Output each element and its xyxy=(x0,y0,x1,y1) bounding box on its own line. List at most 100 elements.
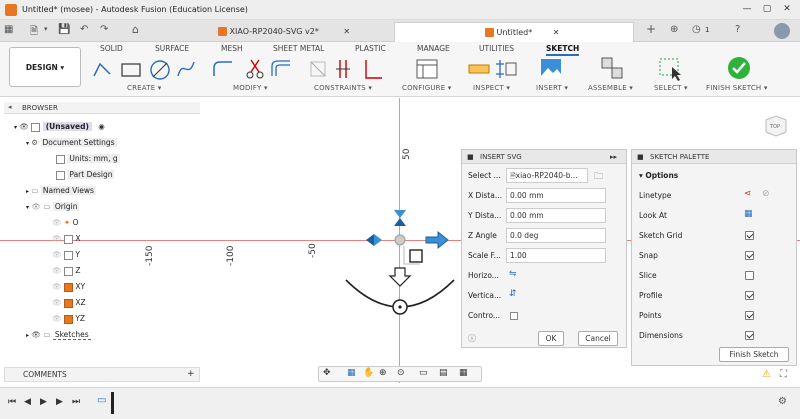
finish-sketch-button[interactable]: Finish Sketch xyxy=(719,347,789,362)
tab-xiao-rp2040[interactable]: XIAO-RP2040-SVG v2* ✕ xyxy=(200,22,392,42)
tree-item-origin[interactable]: ▾ 👁 ▭ Origin xyxy=(26,200,80,213)
step-back-icon[interactable]: ◀ xyxy=(24,397,31,407)
x-distance-input[interactable]: 0.00 mm xyxy=(506,188,606,203)
tab-manage[interactable]: MANAGE xyxy=(417,44,450,53)
tab-utilities[interactable]: UTILITIES xyxy=(479,44,514,53)
tab-untitled[interactable]: Untitled* ✕ xyxy=(394,22,634,42)
options-section[interactable]: ▾ Options xyxy=(639,171,678,180)
file-icon[interactable]: 🗎 xyxy=(30,24,38,41)
scale-handle-icon[interactable] xyxy=(403,246,423,265)
activate-radio-icon[interactable]: ◉ xyxy=(98,122,105,131)
tree-item-xz-plane[interactable]: 👁 XZ xyxy=(52,296,86,309)
tree-item-origin-point[interactable]: 👁 ✦ O xyxy=(52,216,79,229)
close-icon[interactable]: ✕ xyxy=(778,3,796,16)
centerline-linetype-icon[interactable]: ⊘ xyxy=(762,189,770,199)
collapse-icon[interactable]: ◂ xyxy=(8,103,12,111)
scale-factor-input[interactable]: 1.00 xyxy=(506,248,606,263)
extensions-icon[interactable]: ⊕ xyxy=(670,24,678,35)
move-left-arrow-icon[interactable] xyxy=(366,234,382,246)
tree-item-y-axis[interactable]: 👁 Y xyxy=(52,248,80,261)
move-up-arrow-icon[interactable] xyxy=(394,210,406,226)
group-finish-sketch[interactable]: FINISH SKETCH ▾ xyxy=(706,84,768,92)
tree-item-named-views[interactable]: ▸ ▭ Named Views xyxy=(26,184,96,197)
points-checkbox[interactable] xyxy=(745,311,754,320)
minimize-icon[interactable]: — xyxy=(738,3,756,16)
hidden-eye-icon[interactable]: 👁 xyxy=(52,250,62,259)
tree-item-xy-plane[interactable]: 👁 XY xyxy=(52,280,85,293)
construction-linetype-icon[interactable]: ⋖ xyxy=(744,189,752,199)
step-forward-icon[interactable]: ▶ xyxy=(56,397,63,407)
tab-mesh[interactable]: MESH xyxy=(221,44,243,53)
tab-solid[interactable]: SOLID xyxy=(100,44,123,53)
grid-snaps-icon[interactable]: ▤ xyxy=(439,368,448,378)
grid-menu-icon[interactable]: ▦ xyxy=(4,24,13,35)
origin-handle-icon[interactable] xyxy=(394,234,406,246)
profile-checkbox[interactable] xyxy=(745,291,754,300)
home-icon[interactable]: ⌂ xyxy=(132,23,139,36)
assemble-icon[interactable] xyxy=(600,56,626,82)
interference-icon[interactable] xyxy=(496,60,517,78)
select-icon[interactable] xyxy=(658,56,684,82)
tree-item-part-design[interactable]: Part Design xyxy=(56,168,115,181)
warning-icon[interactable]: ⚠ xyxy=(762,369,771,380)
group-modify[interactable]: MODIFY ▾ xyxy=(233,84,268,92)
redo-icon[interactable]: ↷ xyxy=(100,24,108,35)
flip-horizontal-icon[interactable]: ⇋ xyxy=(509,269,517,279)
tree-item-z-axis[interactable]: 👁 Z xyxy=(52,264,80,277)
slice-checkbox[interactable] xyxy=(745,271,754,280)
group-configure[interactable]: CONFIGURE ▾ xyxy=(402,84,452,92)
tab-close-icon[interactable]: ✕ xyxy=(553,28,560,37)
hidden-eye-icon[interactable]: 👁 xyxy=(52,266,62,275)
look-at-icon[interactable]: ▦ xyxy=(744,209,753,219)
job-status-icon[interactable]: ◷ xyxy=(692,24,701,35)
perpendicular-icon[interactable] xyxy=(365,60,382,79)
tab-plastic[interactable]: PLASTIC xyxy=(355,44,386,53)
collapse-icon[interactable]: ■ xyxy=(467,150,474,164)
finish-sketch-icon[interactable] xyxy=(726,55,752,81)
ok-button[interactable]: OK xyxy=(538,331,564,346)
browse-folder-icon[interactable]: 🗀 xyxy=(594,169,603,185)
tree-item-x-axis[interactable]: 👁 X xyxy=(52,232,80,245)
maximize-icon[interactable]: ▢ xyxy=(758,3,776,16)
hidden-eye-icon[interactable]: 👁 xyxy=(31,202,41,211)
workspace-switcher[interactable]: DESIGN ▾ xyxy=(9,47,81,87)
fillet-icon[interactable] xyxy=(213,61,232,76)
look-at-icon[interactable]: ▦ xyxy=(347,368,356,378)
orbit-icon[interactable]: ✥ xyxy=(323,368,331,378)
insert-image-icon[interactable] xyxy=(538,56,564,82)
palette-header[interactable]: ■ SKETCH PALETTE xyxy=(632,150,796,164)
trim-icon[interactable] xyxy=(246,59,264,79)
fit-icon[interactable]: ⊙ xyxy=(397,368,405,378)
group-assemble[interactable]: ASSEMBLE ▾ xyxy=(588,84,633,92)
tree-item-units[interactable]: Units: mm, g xyxy=(56,152,120,165)
help-icon[interactable]: ? xyxy=(735,24,740,35)
hidden-eye-icon[interactable]: 👁 xyxy=(52,218,62,227)
svg-manipulator[interactable] xyxy=(340,206,470,326)
control-checkbox[interactable] xyxy=(510,312,518,320)
sketch-feature-icon[interactable]: ▭ xyxy=(97,395,106,406)
tab-sheet-metal[interactable]: SHEET METAL xyxy=(273,44,324,53)
fullscreen-icon[interactable]: ⛶ xyxy=(780,369,787,380)
group-create[interactable]: CREATE ▾ xyxy=(127,84,161,92)
hidden-eye-icon[interactable]: 👁 xyxy=(52,314,62,323)
spline-icon[interactable] xyxy=(177,61,195,77)
new-tab-icon[interactable]: + xyxy=(646,22,656,36)
expand-icon[interactable]: ▸▸ xyxy=(610,150,617,164)
display-settings-icon[interactable]: ▭ xyxy=(419,368,428,378)
flip-vertical-icon[interactable]: ⇵ xyxy=(509,289,517,299)
rotate-handle-icon[interactable] xyxy=(392,299,408,315)
zoom-icon[interactable]: ⊕ xyxy=(379,368,387,378)
dialog-header[interactable]: ■ INSERT SVG ▸▸ xyxy=(462,150,626,164)
dimension-icon[interactable] xyxy=(310,61,326,77)
snap-checkbox[interactable] xyxy=(745,251,754,260)
eye-icon[interactable]: 👁 xyxy=(31,330,41,339)
timeline-settings-icon[interactable]: ⚙ xyxy=(778,396,787,407)
circle-icon[interactable] xyxy=(150,60,170,80)
move-right-arrow-icon[interactable] xyxy=(425,230,449,250)
tab-sketch[interactable]: SKETCH xyxy=(546,44,580,56)
group-constraints[interactable]: CONSTRAINTS ▾ xyxy=(314,84,372,92)
viewports-icon[interactable]: ▦ xyxy=(459,368,468,378)
sketch-grid-checkbox[interactable] xyxy=(745,231,754,240)
add-comment-button[interactable]: + xyxy=(187,368,195,381)
undo-icon[interactable]: ↶ xyxy=(80,24,88,35)
